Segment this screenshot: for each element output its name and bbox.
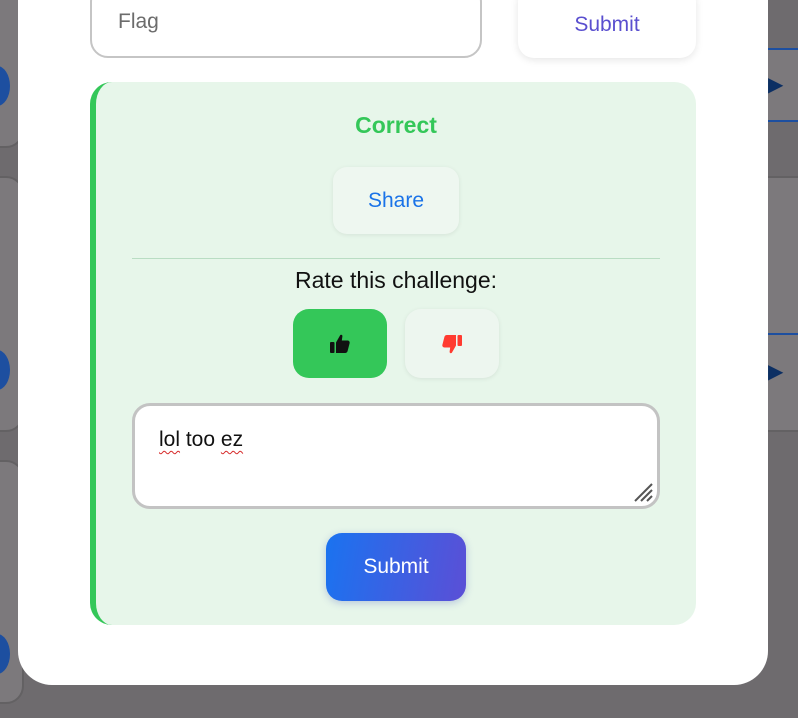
resize-handle-icon[interactable] <box>631 480 653 502</box>
result-panel: Correct Share Rate this challenge: lol t… <box>90 82 696 625</box>
share-label: Share <box>367 188 425 212</box>
thumbs-up-button[interactable] <box>293 309 387 378</box>
comment-word: lol <box>159 428 181 451</box>
flag-submit-label: Submit <box>574 13 640 36</box>
flag-submit-button[interactable]: Submit <box>518 0 696 58</box>
rate-label: Rate this challenge: <box>294 267 497 293</box>
share-button[interactable]: Share <box>333 167 459 234</box>
challenge-modal: Flag Submit Correct Share Rate this chal… <box>18 0 768 685</box>
thumbs-down-icon <box>442 334 462 353</box>
flag-input[interactable]: Flag <box>90 0 482 58</box>
comment-word: ez <box>220 428 244 451</box>
comment-textarea[interactable]: lol too ez <box>132 403 660 509</box>
thumbs-down-button[interactable] <box>405 309 499 378</box>
comment-word: too <box>180 428 221 451</box>
divider <box>132 258 660 259</box>
comment-submit-button[interactable]: Submit <box>326 533 466 601</box>
result-status: Correct <box>355 112 437 138</box>
thumbs-up-icon <box>330 334 350 353</box>
comment-submit-label: Submit <box>363 555 429 578</box>
